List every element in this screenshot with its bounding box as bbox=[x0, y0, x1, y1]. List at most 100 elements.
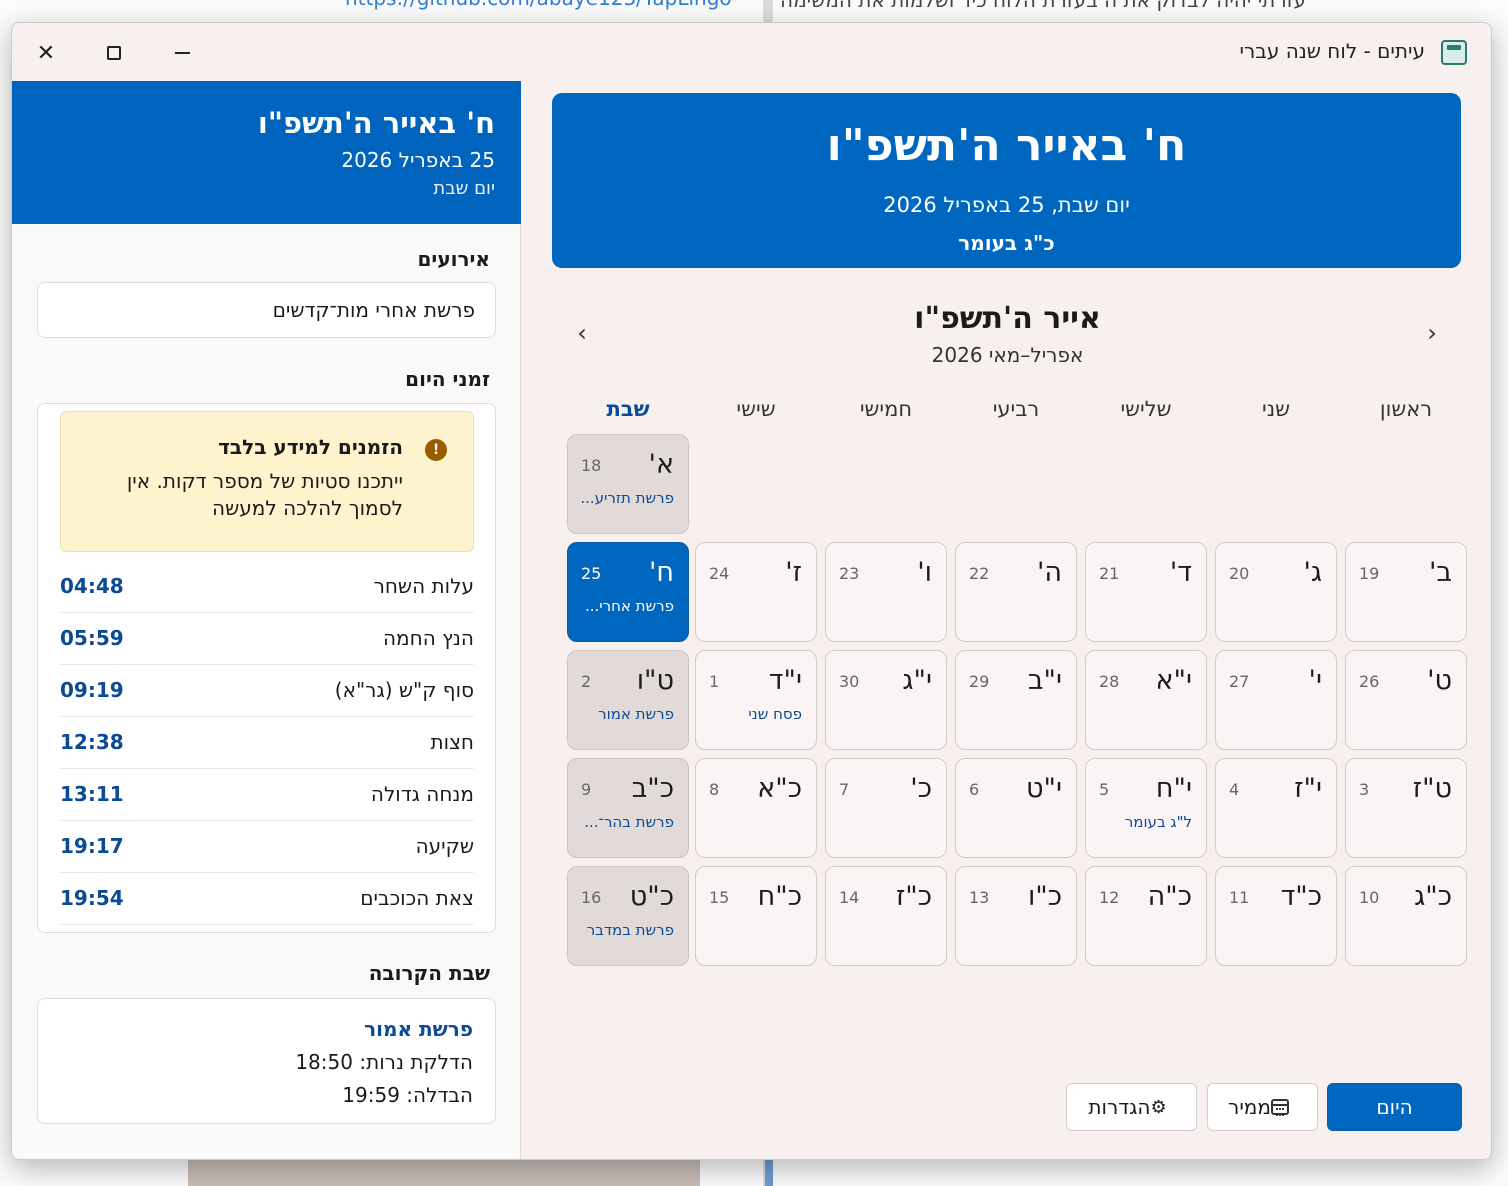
day-cell[interactable]: כ"ט 16 פרשת במדבר bbox=[567, 866, 689, 966]
close-button[interactable]: ✕ bbox=[24, 33, 68, 73]
day-cell[interactable]: ז' 24 bbox=[695, 542, 817, 642]
zman-label: שקיעה bbox=[415, 834, 474, 858]
candle-lighting: הדלקת נרות: 18:50 bbox=[295, 1050, 473, 1074]
day-cell[interactable]: כ' 7 bbox=[825, 758, 947, 858]
background-snippet: עזרתי יהיה לבדוק את ה בעזרת הלוח כיד ושל… bbox=[780, 0, 1307, 12]
zmanim-warning: ! הזמנים למידע בלבד ייתכנו סטיות של מספר… bbox=[60, 411, 474, 552]
day-hebrew: י"ט bbox=[1026, 773, 1062, 804]
day-hebrew: כ"ח bbox=[757, 881, 802, 912]
day-greg: 2 bbox=[581, 672, 592, 691]
day-cell[interactable]: ו' 23 bbox=[825, 542, 947, 642]
day-hebrew: ט' bbox=[1427, 665, 1452, 696]
day-hebrew: י"ג bbox=[902, 665, 932, 696]
day-hebrew: י"ד bbox=[768, 665, 802, 696]
zman-label: מנחה גדולה bbox=[370, 782, 474, 806]
title-bar[interactable]: עיתים - לוח שנה עברי ✕ bbox=[12, 23, 1491, 81]
zman-label: סוף ק"ש (גר"א) bbox=[334, 678, 474, 702]
calendar-icon bbox=[1270, 1099, 1289, 1116]
zmanim-title: זמני היום bbox=[405, 367, 490, 391]
zman-time: 04:48 bbox=[60, 574, 124, 598]
converter-button[interactable]: ממיר bbox=[1207, 1083, 1318, 1131]
day-greg: 19 bbox=[1359, 564, 1380, 583]
day-cell[interactable]: י"ט 6 bbox=[955, 758, 1077, 858]
day-greg: 25 bbox=[581, 564, 602, 583]
day-cell[interactable]: י"ז 4 bbox=[1215, 758, 1337, 858]
day-cell[interactable]: כ"ח 15 bbox=[695, 866, 817, 966]
day-cell[interactable]: כ"ד 11 bbox=[1215, 866, 1337, 966]
zman-row: סוף ק"ש (גר"א) 09:19 bbox=[60, 665, 474, 717]
details-greg-date: 25 באפריל 2026 bbox=[341, 148, 495, 172]
banner-omer: כ"ג בעומר bbox=[958, 231, 1055, 255]
window-title: עיתים - לוח שנה עברי bbox=[1239, 39, 1426, 63]
today-button[interactable]: היום bbox=[1327, 1083, 1462, 1131]
day-cell[interactable]: ט"ז 3 bbox=[1345, 758, 1467, 858]
day-cell[interactable]: ב' 19 bbox=[1345, 542, 1467, 642]
day-cell[interactable]: י"ג 30 bbox=[825, 650, 947, 750]
calendar-app-icon bbox=[1441, 40, 1467, 65]
minimize-button[interactable] bbox=[160, 33, 204, 73]
today-label: היום bbox=[1376, 1095, 1413, 1119]
day-greg: 8 bbox=[709, 780, 720, 799]
month-title: אייר ה'תשפ"ו bbox=[914, 301, 1101, 336]
day-greg: 27 bbox=[1229, 672, 1250, 691]
day-cell[interactable]: כ"ב 9 פרשת בהר־... bbox=[567, 758, 689, 858]
day-cell[interactable]: ד' 21 bbox=[1085, 542, 1207, 642]
zman-row: שקיעה 19:17 bbox=[60, 821, 474, 873]
background-image bbox=[188, 1160, 700, 1186]
day-cell[interactable]: ג' 20 bbox=[1215, 542, 1337, 642]
day-cell[interactable]: כ"ו 13 bbox=[955, 866, 1077, 966]
day-hebrew: ח' bbox=[648, 557, 674, 588]
calendar-pane: ח' באייר ה'תשפ"ו יום שבת, 25 באפריל 2026… bbox=[522, 81, 1491, 1159]
day-hebrew: י"ח bbox=[1155, 773, 1192, 804]
details-header: ח' באייר ה'תשפ"ו 25 באפריל 2026 יום שבת bbox=[12, 81, 521, 224]
day-greg: 29 bbox=[969, 672, 990, 691]
maximize-button[interactable] bbox=[92, 33, 136, 73]
day-greg: 15 bbox=[709, 888, 730, 907]
day-hebrew: ט"ז bbox=[1412, 773, 1452, 804]
settings-button[interactable]: ⚙ הגדרות bbox=[1066, 1083, 1197, 1131]
banner-subtitle: יום שבת, 25 באפריל 2026 bbox=[883, 193, 1130, 217]
day-greg: 10 bbox=[1359, 888, 1380, 907]
day-cell[interactable]: י"א 28 bbox=[1085, 650, 1207, 750]
weekday-header: רביעי bbox=[992, 397, 1040, 421]
day-cell[interactable]: א' 18 פרשת תזריע... bbox=[567, 434, 689, 534]
day-cell[interactable]: י"ב 29 bbox=[955, 650, 1077, 750]
zman-row: עלות השחר 04:48 bbox=[60, 561, 474, 613]
day-greg: 12 bbox=[1099, 888, 1120, 907]
day-cell[interactable]: י"ד 1 פסח שני bbox=[695, 650, 817, 750]
day-cell[interactable]: כ"ג 10 bbox=[1345, 866, 1467, 966]
background-link[interactable]: https://github.com/abaye123/YapLingo bbox=[345, 0, 732, 10]
day-cell[interactable]: ט' 26 bbox=[1345, 650, 1467, 750]
day-cell[interactable]: כ"א 8 bbox=[695, 758, 817, 858]
day-cell[interactable]: ט"ו 2 פרשת אמור bbox=[567, 650, 689, 750]
day-hebrew: כ"ט bbox=[629, 881, 674, 912]
day-cell[interactable]: כ"ז 14 bbox=[825, 866, 947, 966]
day-greg: 26 bbox=[1359, 672, 1380, 691]
day-greg: 13 bbox=[969, 888, 990, 907]
zman-time: 12:38 bbox=[60, 730, 124, 754]
day-greg: 5 bbox=[1099, 780, 1110, 799]
weekday-header: שישי bbox=[736, 397, 776, 421]
banner-hebrew-date: ח' באייר ה'תשפ"ו bbox=[826, 120, 1187, 171]
day-greg: 9 bbox=[581, 780, 592, 799]
day-hebrew: כ"ז bbox=[895, 881, 932, 912]
zman-row: צאת הכוכבים 19:54 bbox=[60, 873, 474, 925]
day-note: פרשת אמור bbox=[598, 705, 674, 723]
zman-label: חצות bbox=[430, 730, 474, 754]
day-cell[interactable]: כ"ה 12 bbox=[1085, 866, 1207, 966]
day-cell[interactable]: י"ח 5 ל"ג בעומר bbox=[1085, 758, 1207, 858]
event-item: פרשת אחרי מות־קדשים bbox=[272, 298, 475, 322]
close-icon: ✕ bbox=[36, 40, 56, 66]
app-window: עיתים - לוח שנה עברי ✕ ח' באייר ה'תשפ"ו … bbox=[11, 22, 1492, 1160]
zman-time: 19:17 bbox=[60, 834, 124, 858]
day-greg: 16 bbox=[581, 888, 602, 907]
day-greg: 1 bbox=[709, 672, 720, 691]
day-cell-selected[interactable]: ח' 25 פרשת אחרי... bbox=[567, 542, 689, 642]
day-greg: 20 bbox=[1229, 564, 1250, 583]
zman-row: מנחה גדולה 13:11 bbox=[60, 769, 474, 821]
day-cell[interactable]: י' 27 bbox=[1215, 650, 1337, 750]
shabbat-card: פרשת אמור הדלקת נרות: 18:50 הבדלה: 19:59 bbox=[37, 998, 496, 1124]
day-cell[interactable]: ה' 22 bbox=[955, 542, 1077, 642]
day-hebrew: כ' bbox=[910, 773, 932, 804]
settings-label: הגדרות bbox=[1088, 1095, 1151, 1119]
